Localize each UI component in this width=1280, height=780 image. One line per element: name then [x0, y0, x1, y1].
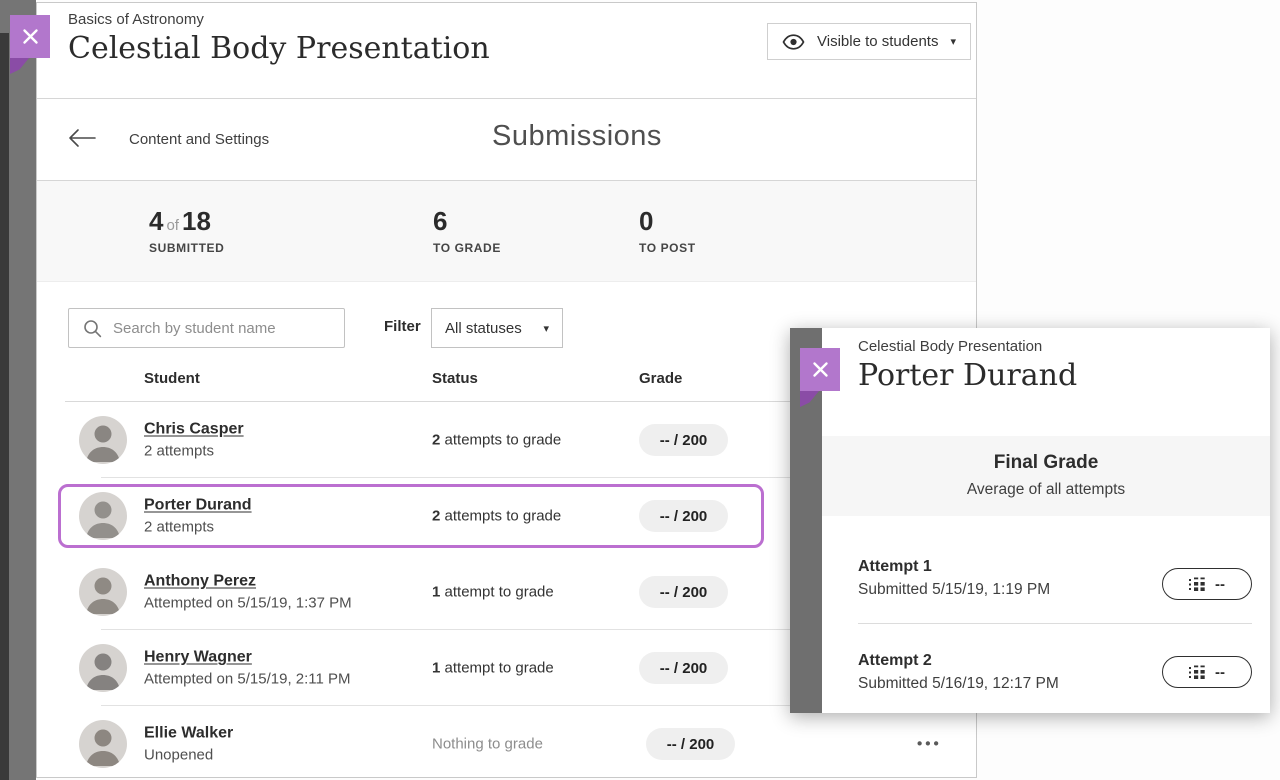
close-icon	[812, 361, 829, 378]
close-detail-button[interactable]	[800, 348, 840, 391]
to-grade-label: TO GRADE	[433, 241, 501, 255]
to-grade-count: 6	[433, 208, 501, 234]
status-text: attempt to grade	[440, 660, 553, 677]
status-text: Nothing to grade	[432, 736, 543, 753]
student-name-link[interactable]: Henry Wagner	[144, 649, 351, 667]
of-label: of	[166, 217, 179, 234]
student-name-link[interactable]: Anthony Perez	[144, 573, 352, 591]
attempt-grade-button[interactable]: --	[1162, 568, 1252, 600]
attempt-item[interactable]: Attempt 2 Submitted 5/16/19, 12:17 PM --	[822, 624, 1270, 713]
attempt-detail: 2 attempts	[144, 443, 244, 460]
page-title: Submissions	[492, 120, 662, 153]
attempt-grade-button[interactable]: --	[1162, 656, 1252, 688]
final-grade-subtitle: Average of all attempts	[822, 481, 1270, 499]
grade-pill[interactable]: -- / 200	[639, 576, 728, 608]
back-button[interactable]	[68, 128, 96, 153]
search-input[interactable]	[113, 309, 341, 347]
status-cell: 2 attempts to grade	[432, 508, 561, 525]
search-box	[68, 308, 345, 348]
chevron-down-icon: ▾	[543, 322, 549, 335]
avatar	[79, 416, 127, 464]
to-post-label: TO POST	[639, 241, 696, 255]
column-header-grade: Grade	[639, 370, 682, 387]
chevron-down-icon: ▾	[950, 35, 956, 48]
stat-to-post: 0 TO POST	[639, 208, 696, 255]
status-filter-dropdown[interactable]: All statuses ▾	[431, 308, 563, 348]
student-name-link[interactable]: Porter Durand	[144, 497, 252, 515]
search-icon	[83, 319, 102, 338]
filter-label: Filter	[384, 318, 421, 335]
grade-pill[interactable]: -- / 200	[639, 652, 728, 684]
to-post-count: 0	[639, 208, 696, 234]
attempt-grade-value: --	[1215, 664, 1225, 681]
status-cell: Nothing to grade	[432, 736, 543, 753]
detail-student-name: Porter Durand	[858, 358, 1270, 393]
row-options-menu[interactable]: •••	[917, 736, 942, 753]
status-text: attempts to grade	[440, 508, 561, 525]
content-settings-link[interactable]: Content and Settings	[129, 131, 269, 148]
status-text: attempt to grade	[440, 584, 553, 601]
rubric-icon	[1189, 577, 1206, 592]
close-assignment-button[interactable]	[10, 15, 50, 58]
attempt-detail: Attempted on 5/15/19, 1:37 PM	[144, 595, 352, 612]
status-cell: 1 attempt to grade	[432, 660, 554, 677]
submissions-nav: Content and Settings Submissions	[37, 99, 976, 181]
background-sidebar-strip-dark	[0, 33, 9, 780]
attempt-detail: Unopened	[144, 747, 233, 764]
student-name-link[interactable]: Chris Casper	[144, 421, 244, 439]
avatar	[79, 644, 127, 692]
close-icon	[22, 28, 39, 45]
eye-icon	[782, 34, 805, 50]
attempt-detail: Attempted on 5/15/19, 2:11 PM	[144, 671, 351, 688]
stat-to-grade: 6 TO GRADE	[433, 208, 501, 255]
table-row[interactable]: Ellie Walker Unopened Nothing to grade -…	[37, 706, 976, 778]
status-cell: 2 attempts to grade	[432, 432, 561, 449]
detail-content: Celestial Body Presentation Porter Duran…	[822, 328, 1270, 713]
attempt-detail: 2 attempts	[144, 519, 252, 536]
status-cell: 1 attempt to grade	[432, 584, 554, 601]
submission-stats: 4of18 SUBMITTED 6 TO GRADE 0 TO POST	[37, 181, 976, 282]
avatar	[79, 720, 127, 768]
avatar	[79, 568, 127, 616]
student-name: Ellie Walker	[144, 725, 233, 743]
detail-header: Celestial Body Presentation Porter Duran…	[822, 328, 1270, 436]
submitted-label: SUBMITTED	[149, 241, 224, 255]
assignment-header: Basics of Astronomy Celestial Body Prese…	[37, 3, 976, 99]
submitted-count: 4	[149, 206, 163, 236]
stat-submitted: 4of18 SUBMITTED	[149, 208, 224, 255]
person-photo	[79, 568, 127, 616]
final-grade-title: Final Grade	[822, 452, 1270, 474]
rubric-icon	[1189, 665, 1206, 680]
arrow-left-icon	[68, 128, 96, 148]
attempt-item[interactable]: Attempt 1 Submitted 5/15/19, 1:19 PM --	[822, 516, 1270, 624]
column-header-status: Status	[432, 370, 478, 387]
submitted-total: 18	[182, 206, 211, 236]
screen: Basics of Astronomy Celestial Body Prese…	[0, 0, 1280, 780]
person-photo	[79, 644, 127, 692]
avatar	[79, 492, 127, 540]
status-text: attempts to grade	[440, 432, 561, 449]
column-header-student: Student	[144, 370, 200, 387]
person-photo	[79, 720, 127, 768]
student-detail-panel: Celestial Body Presentation Porter Duran…	[790, 328, 1270, 713]
detail-course-name: Celestial Body Presentation	[858, 338, 1270, 355]
filter-value: All statuses	[445, 320, 522, 337]
grade-pill[interactable]: -- / 200	[646, 728, 735, 760]
attempt-grade-value: --	[1215, 576, 1225, 593]
visibility-label: Visible to students	[817, 33, 938, 50]
grade-pill[interactable]: -- / 200	[639, 424, 728, 456]
grade-pill[interactable]: -- / 200	[639, 500, 728, 532]
visibility-dropdown[interactable]: Visible to students ▾	[767, 23, 971, 60]
person-photo	[79, 416, 127, 464]
final-grade-section: Final Grade Average of all attempts	[822, 436, 1270, 516]
person-photo	[79, 492, 127, 540]
